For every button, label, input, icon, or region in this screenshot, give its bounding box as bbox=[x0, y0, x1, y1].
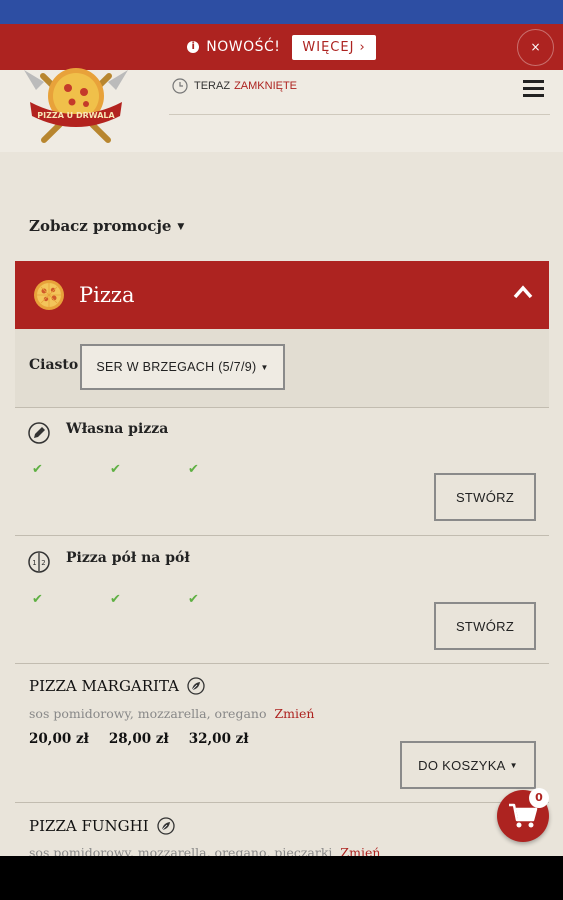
category-header-pizza[interactable]: Pizza bbox=[15, 261, 549, 329]
divider bbox=[15, 407, 549, 408]
system-nav-bar bbox=[0, 856, 563, 900]
promotions-dropdown[interactable]: Zobacz promocje ▼ bbox=[29, 217, 184, 235]
price-medium[interactable]: 28,00 zł bbox=[109, 731, 169, 747]
clock-icon bbox=[172, 78, 188, 94]
check-icon: ✔ bbox=[110, 592, 121, 607]
cart-count-badge: 0 bbox=[529, 788, 549, 808]
hours-prefix: TERAZ bbox=[194, 80, 231, 92]
crust-selected-value: SER W BRZEGACH (5/7/9) bbox=[96, 360, 257, 374]
pizza-icon bbox=[34, 280, 64, 310]
vegetarian-icon bbox=[187, 677, 205, 695]
svg-text:1: 1 bbox=[32, 559, 36, 567]
price-small[interactable]: 20,00 zł bbox=[29, 731, 89, 747]
svg-text:2: 2 bbox=[41, 559, 45, 567]
create-custom-button[interactable]: STWÓRZ bbox=[434, 473, 536, 521]
menu-icon[interactable] bbox=[523, 80, 544, 101]
create-half-half-button[interactable]: STWÓRZ bbox=[434, 602, 536, 650]
product-prices: 20,00 zł 28,00 zł 32,00 zł bbox=[29, 731, 269, 747]
hours-status: ZAMKNIĘTE bbox=[234, 80, 298, 92]
status-bar bbox=[0, 0, 563, 24]
check-icon: ✔ bbox=[32, 592, 43, 607]
category-title: Pizza bbox=[79, 283, 135, 307]
divider bbox=[15, 802, 549, 803]
crust-select[interactable]: SER W BRZEGACH (5/7/9) ▼ bbox=[80, 344, 285, 390]
more-button[interactable]: WIĘCEJ › bbox=[292, 34, 376, 60]
add-to-cart-button[interactable]: DO KOSZYKA ▼ bbox=[400, 741, 536, 789]
caret-down-icon: ▼ bbox=[260, 362, 269, 372]
check-icon: ✔ bbox=[188, 592, 199, 607]
divider bbox=[15, 535, 549, 536]
check-icon: ✔ bbox=[110, 462, 121, 477]
product-ingredients: sos pomidorowy, mozzarella, oregano Zmień bbox=[29, 706, 314, 721]
crust-label: Ciasto bbox=[29, 357, 79, 373]
ingredients-text: sos pomidorowy, mozzarella, oregano bbox=[29, 706, 267, 721]
vegetarian-icon bbox=[156, 817, 175, 835]
product-name: PIZZA MARGARITA bbox=[29, 677, 179, 695]
add-to-cart-label: DO KOSZYKA bbox=[418, 757, 506, 773]
change-ingredients-link[interactable]: Zmień bbox=[274, 706, 314, 721]
opening-hours: TERAZ ZAMKNIĘTE bbox=[172, 78, 297, 94]
svg-text:PIZZA U DRWALA: PIZZA U DRWALA bbox=[37, 111, 115, 120]
divider bbox=[15, 663, 549, 664]
custom-pizza-title: Własna pizza bbox=[66, 421, 169, 437]
check-icon: ✔ bbox=[32, 462, 43, 477]
half-half-icon: 1 2 bbox=[28, 551, 50, 573]
product-title: PIZZA FUNGHI bbox=[29, 817, 175, 835]
product-title: PIZZA MARGARITA bbox=[29, 677, 205, 695]
promotions-label: Zobacz promocje bbox=[29, 217, 172, 235]
caret-down-icon: ▼ bbox=[177, 222, 185, 232]
crust-row: Ciasto SER W BRZEGACH (5/7/9) ▼ bbox=[15, 329, 549, 407]
header-divider bbox=[169, 114, 550, 115]
half-half-pizza-title: Pizza pół na pół bbox=[66, 550, 190, 566]
site-header: PIZZA U DRWALA TERAZ ZAMKNIĘTE bbox=[0, 68, 563, 152]
price-large[interactable]: 32,00 zł bbox=[189, 731, 249, 747]
chevron-up-icon[interactable] bbox=[513, 285, 533, 299]
pencil-icon bbox=[28, 422, 50, 444]
close-icon[interactable]: × bbox=[517, 29, 554, 66]
notice-text: NOWOŚĆ! bbox=[206, 39, 281, 55]
info-icon: i bbox=[187, 41, 200, 53]
notice-banner: i NOWOŚĆ! WIĘCEJ › × bbox=[0, 24, 563, 70]
caret-down-icon: ▼ bbox=[509, 760, 518, 770]
logo[interactable]: PIZZA U DRWALA bbox=[14, 68, 138, 150]
check-icon: ✔ bbox=[188, 462, 199, 477]
product-name: PIZZA FUNGHI bbox=[29, 817, 149, 835]
